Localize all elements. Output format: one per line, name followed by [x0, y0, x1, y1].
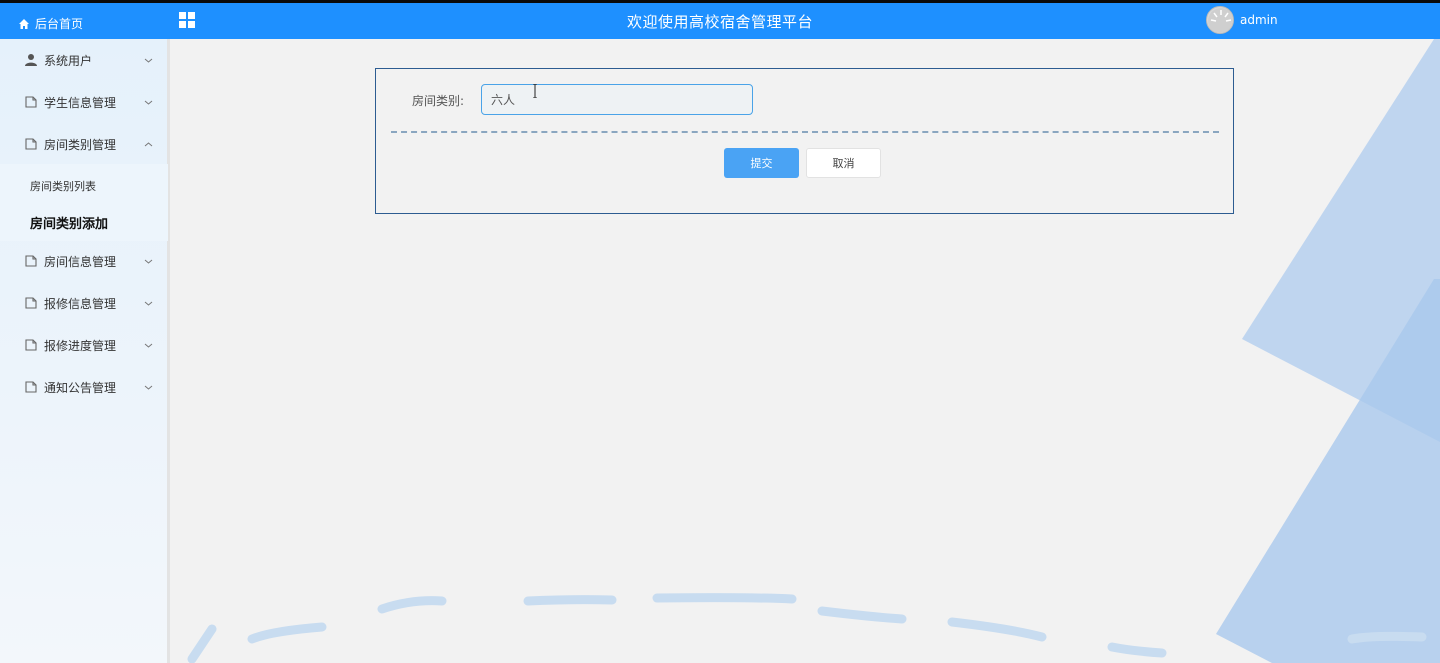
chevron-down-icon	[144, 343, 153, 348]
document-icon	[25, 297, 37, 309]
username: admin	[1240, 13, 1278, 27]
document-icon	[25, 381, 37, 393]
divider	[391, 131, 1219, 133]
chevron-down-icon	[144, 58, 153, 63]
sidebar-item-student-info[interactable]: 学生信息管理	[0, 82, 168, 122]
sidebar-item-system-users[interactable]: 系统用户	[0, 40, 168, 80]
chevron-down-icon	[144, 100, 153, 105]
room-type-input[interactable]	[481, 84, 753, 115]
chevron-down-icon	[144, 301, 153, 306]
sidebar-item-label: 学生信息管理	[44, 95, 117, 110]
cancel-button[interactable]: 取消	[806, 148, 881, 178]
document-icon	[25, 339, 37, 351]
document-icon	[25, 255, 37, 267]
avatar	[1206, 6, 1234, 34]
document-icon	[25, 96, 37, 108]
sidebar-item-label: 房间信息管理	[44, 254, 117, 269]
chevron-up-icon	[144, 141, 153, 146]
sidebar: 系统用户 学生信息管理 房间类别管理 房间类别列表 房间类别添加 房间信息管理	[0, 39, 170, 663]
submenu-item-room-type-add[interactable]: 房间类别添加	[30, 213, 108, 232]
sidebar-item-room-type[interactable]: 房间类别管理	[0, 124, 168, 164]
room-type-label: 房间类别:	[412, 94, 465, 108]
submit-button[interactable]: 提交	[724, 148, 799, 178]
sidebar-item-label: 通知公告管理	[44, 380, 117, 395]
sidebar-item-notice[interactable]: 通知公告管理	[0, 367, 168, 407]
sidebar-item-room-info[interactable]: 房间信息管理	[0, 241, 168, 281]
user-icon	[25, 54, 37, 66]
chevron-down-icon	[144, 385, 153, 390]
sidebar-item-label: 报修进度管理	[44, 338, 117, 353]
sidebar-item-label: 系统用户	[44, 53, 93, 68]
chevron-down-icon	[144, 259, 153, 264]
document-icon	[25, 138, 37, 150]
sidebar-item-repair-progress[interactable]: 报修进度管理	[0, 325, 168, 365]
sidebar-item-repair-info[interactable]: 报修信息管理	[0, 283, 168, 323]
sidebar-item-label: 房间类别管理	[44, 137, 117, 152]
sidebar-item-label: 报修信息管理	[44, 296, 117, 311]
submenu-item-room-type-list[interactable]: 房间类别列表	[30, 178, 96, 194]
user-menu[interactable]: admin	[1206, 6, 1278, 34]
text-cursor-icon	[533, 84, 537, 98]
room-type-form: 房间类别: 提交 取消	[375, 68, 1234, 214]
top-bar: 后台首页 欢迎使用高校宿舍管理平台 admin	[0, 0, 1440, 39]
